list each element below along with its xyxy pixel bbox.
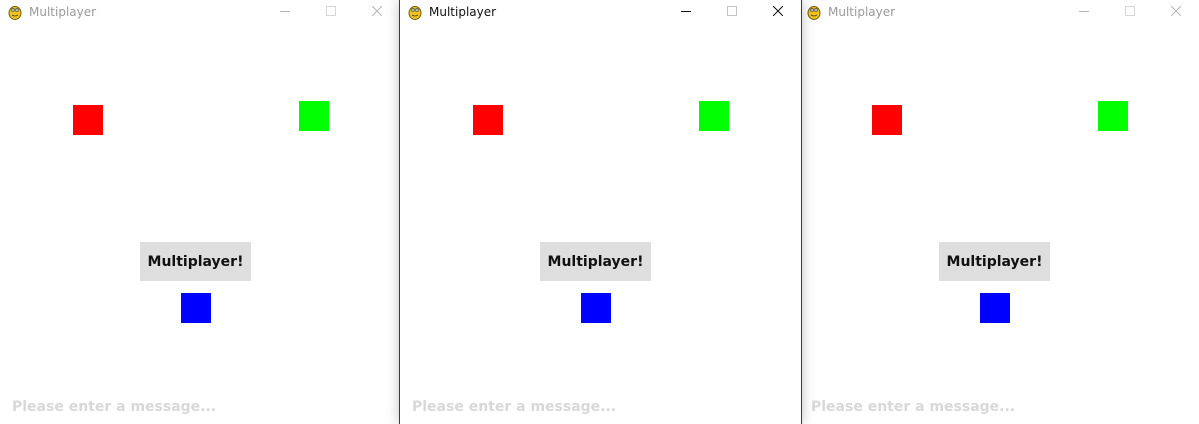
minimize-button[interactable] [262,0,308,23]
close-icon [773,6,783,16]
close-button[interactable] [1153,0,1199,23]
minimize-icon [1079,11,1089,12]
green-square [699,101,729,131]
desktop: Multiplayer Multiplayer! Please enter a … [0,0,1199,424]
message-input[interactable] [811,396,1181,418]
green-square [299,101,329,131]
title-bar[interactable]: Multiplayer [400,0,801,23]
multiplayer-button[interactable]: Multiplayer! [540,242,651,281]
title-bar[interactable]: Multiplayer [0,0,400,23]
message-input[interactable] [12,396,382,418]
maximize-icon [326,6,336,16]
window-title: Multiplayer [29,5,97,19]
multiplayer-button[interactable]: Multiplayer! [939,242,1050,281]
close-button[interactable] [354,0,400,23]
red-square [872,105,902,135]
close-icon [372,6,382,16]
maximize-button[interactable] [1107,0,1153,23]
red-square [73,105,103,135]
pygame-snake-icon [807,6,821,20]
green-square [1098,101,1128,131]
blue-square [181,293,211,323]
multiplayer-window-right[interactable]: Multiplayer Multiplayer! [799,0,1199,424]
multiplayer-window-left[interactable]: Multiplayer Multiplayer! [0,0,400,424]
close-button[interactable] [755,0,801,23]
multiplayer-window-center[interactable]: Multiplayer Multiplayer! [399,0,802,424]
pygame-snake-icon [408,6,422,20]
title-bar[interactable]: Multiplayer [799,0,1199,23]
multiplayer-button[interactable]: Multiplayer! [140,242,251,281]
window-title: Multiplayer [828,5,896,19]
minimize-icon [681,11,691,12]
window-title: Multiplayer [429,5,497,19]
blue-square [581,293,611,323]
maximize-icon [1125,6,1135,16]
red-square [473,105,503,135]
minimize-button[interactable] [1061,0,1107,23]
message-input[interactable] [412,396,782,418]
minimize-button[interactable] [663,0,709,23]
blue-square [980,293,1010,323]
maximize-icon [727,6,737,16]
close-icon [1171,6,1181,16]
maximize-button[interactable] [308,0,354,23]
pygame-snake-icon [8,6,22,20]
minimize-icon [280,11,290,12]
maximize-button[interactable] [709,0,755,23]
